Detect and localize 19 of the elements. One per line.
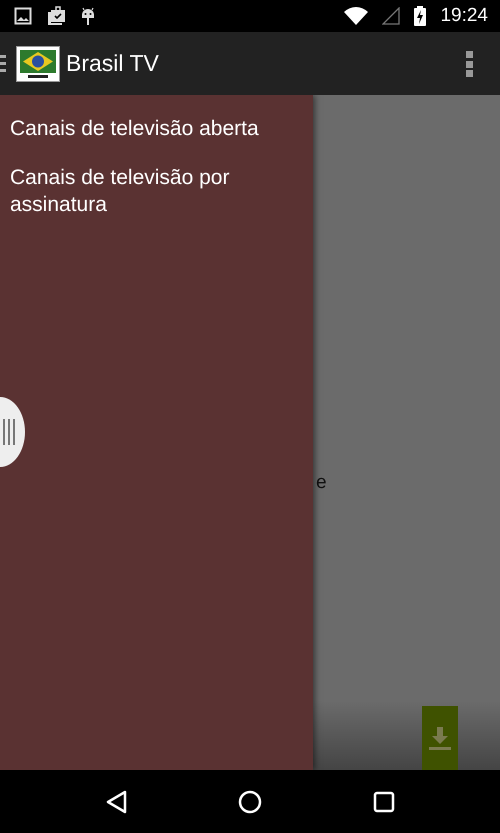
app-title: Brasil TV — [66, 50, 160, 77]
menu-icon[interactable] — [0, 52, 6, 74]
back-icon[interactable] — [105, 790, 128, 814]
drawer-handle[interactable] — [0, 397, 25, 467]
wifi-icon — [344, 7, 368, 25]
android-icon — [80, 6, 96, 26]
recents-icon[interactable] — [372, 790, 395, 812]
drawer-item[interactable]: Canais de televisão aberta — [10, 115, 303, 142]
battery-charging-icon — [414, 6, 426, 26]
download-icon — [428, 725, 452, 751]
clock-time: 19:24 — [440, 5, 488, 27]
content-text: e — [316, 472, 327, 494]
overflow-menu-icon[interactable] — [466, 50, 474, 76]
briefcase-check-icon — [46, 6, 66, 26]
tv-flag-icon — [16, 46, 60, 82]
drawer-item[interactable]: Canais de televisão por assinatura — [10, 164, 303, 218]
home-icon[interactable] — [238, 790, 262, 814]
image-icon — [14, 7, 32, 25]
signal-icon — [382, 7, 400, 25]
